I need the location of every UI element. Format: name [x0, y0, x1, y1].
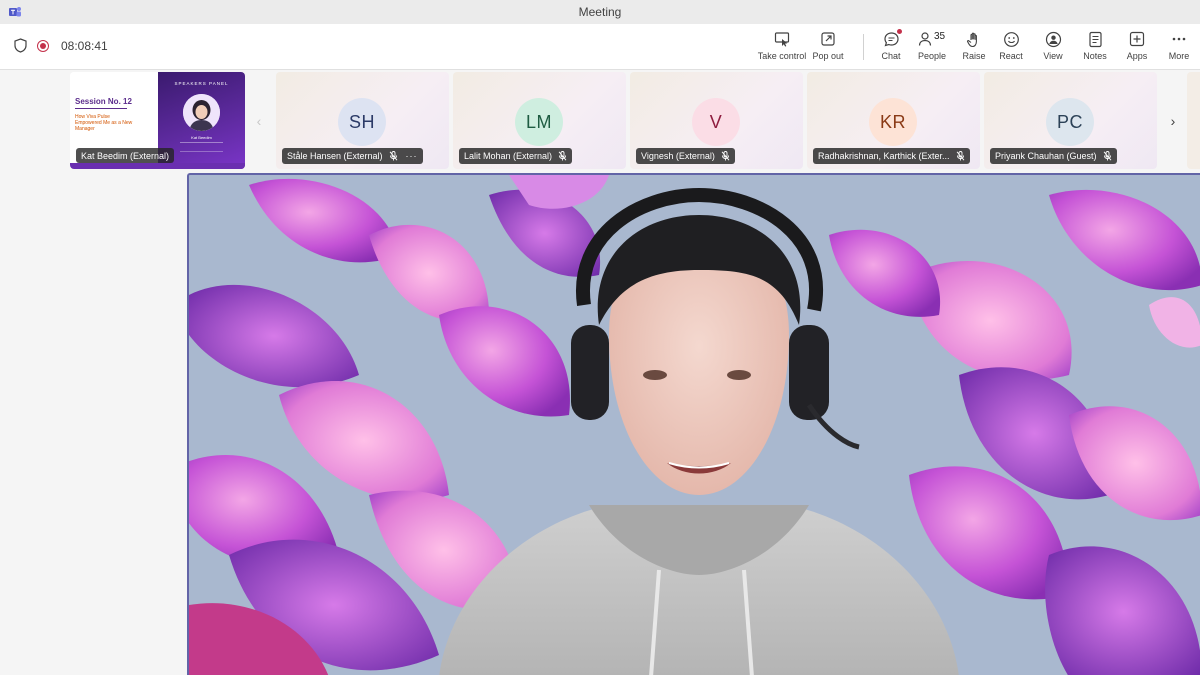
participant-avatar: LM: [515, 98, 563, 146]
apps-label: Apps: [1126, 51, 1148, 61]
take-control-icon: [774, 32, 790, 47]
slide-title: Session No. 12: [75, 97, 132, 106]
participant-name: Vignesh (External): [641, 151, 715, 161]
participant-avatar: SH: [338, 98, 386, 146]
speaker-video: [189, 175, 1200, 675]
participant-name-label: Vignesh (External): [636, 148, 735, 164]
participant-tile[interactable]: LM Lalit Mohan (External): [453, 72, 626, 169]
slide-bottom-bar: [70, 163, 245, 169]
notes-icon: [1088, 31, 1102, 47]
participant-name: Radhakrishnan, Karthick (Exter...: [818, 151, 950, 161]
chat-label: Chat: [881, 51, 901, 61]
view-label: View: [1043, 51, 1063, 61]
toolbar-actions: Take control Pop out Chat 35 People Rais…: [757, 29, 1200, 66]
slide-panel-title: SPEAKERS PANEL: [174, 81, 229, 86]
participant-tile[interactable]: KR Radhakrishnan, Karthick (Exter...: [807, 72, 980, 169]
slide-speaker-name: Kat Beedim: [191, 135, 212, 140]
shield-icon[interactable]: [14, 38, 27, 53]
participant-avatar: PC: [1046, 98, 1094, 146]
participant-name-label: Ståle Hansen (External) ···: [282, 148, 423, 164]
main-video-stage[interactable]: [187, 173, 1200, 675]
meeting-window: Meeting 08:08:41 Take control Pop out Ch…: [0, 0, 1200, 675]
participant-tile[interactable]: SH Ståle Hansen (External) ···: [276, 72, 449, 169]
mic-off-icon: [721, 151, 730, 161]
participant-avatar: V: [692, 98, 740, 146]
people-button[interactable]: 35 People: [906, 30, 958, 66]
view-button[interactable]: View: [1032, 30, 1074, 66]
speaker-photo: [183, 94, 220, 131]
notes-label: Notes: [1083, 51, 1107, 61]
take-control-button[interactable]: Take control: [757, 30, 807, 66]
participant-tile[interactable]: V Vignesh (External): [630, 72, 803, 169]
participant-tile-partial[interactable]: [1187, 72, 1200, 169]
participant-name-label: Radhakrishnan, Karthick (Exter...: [813, 148, 970, 164]
teams-logo-icon: [9, 7, 21, 17]
meeting-toolbar: 08:08:41 Take control Pop out Chat 35 Pe…: [0, 24, 1200, 70]
meeting-timer: 08:08:41: [61, 38, 108, 53]
chevron-right-icon[interactable]: ›: [1165, 113, 1181, 129]
apps-button[interactable]: Apps: [1116, 30, 1158, 66]
title-bar: Meeting: [0, 0, 1200, 24]
chat-notification-dot: [897, 29, 902, 34]
more-options-icon[interactable]: ···: [406, 151, 418, 161]
people-count: 35: [934, 31, 946, 42]
react-icon: [1003, 31, 1019, 47]
more-icon: [1172, 37, 1186, 41]
mic-off-icon: [1103, 151, 1111, 161]
shared-content-tile[interactable]: Session No. 12 How Viva Pulse Empowered …: [70, 72, 245, 169]
mic-off-icon: [558, 151, 567, 161]
mic-off-icon: [389, 151, 397, 161]
pop-out-label: Pop out: [812, 51, 844, 61]
participant-name-label: Priyank Chauhan (Guest): [990, 148, 1117, 164]
pop-out-button[interactable]: Pop out: [805, 30, 851, 66]
meeting-status: 08:08:41: [14, 38, 108, 53]
participant-name: Priyank Chauhan (Guest): [995, 151, 1097, 161]
presenter-name-label: Kat Beedim (External): [76, 148, 175, 163]
slide-decor-lines: [180, 142, 223, 152]
raise-hand-icon: [966, 32, 977, 47]
toolbar-separator: [863, 34, 864, 60]
chat-button[interactable]: Chat: [876, 29, 906, 66]
pop-out-icon: [821, 32, 835, 46]
react-button[interactable]: React: [990, 30, 1032, 66]
slide-title-rule: [75, 108, 127, 109]
participant-strip: Session No. 12 How Viva Pulse Empowered …: [0, 70, 1200, 172]
slide-subtitle: How Viva Pulse Empowered Me as a New Man…: [75, 114, 133, 132]
participant-name: Lalit Mohan (External): [464, 151, 553, 161]
people-icon: [918, 32, 932, 46]
participant-avatar: KR: [869, 98, 917, 146]
participant-name-label: Lalit Mohan (External): [459, 148, 573, 164]
more-button[interactable]: More: [1158, 30, 1200, 66]
apps-icon: [1129, 31, 1145, 47]
raise-hand-button[interactable]: Raise: [958, 30, 990, 66]
window-title: Meeting: [578, 5, 622, 19]
raise-label: Raise: [962, 51, 986, 61]
chevron-left-icon[interactable]: ‹: [252, 113, 266, 129]
participant-tile[interactable]: PC Priyank Chauhan (Guest): [984, 72, 1157, 169]
notes-button[interactable]: Notes: [1074, 30, 1116, 66]
take-control-label: Take control: [757, 51, 807, 61]
more-label: More: [1168, 51, 1190, 61]
mic-off-icon: [956, 151, 964, 161]
react-label: React: [999, 51, 1023, 61]
participant-name: Ståle Hansen (External): [287, 151, 383, 161]
view-icon: [1045, 31, 1061, 47]
recording-icon: [37, 39, 49, 52]
people-label: People: [917, 51, 947, 61]
